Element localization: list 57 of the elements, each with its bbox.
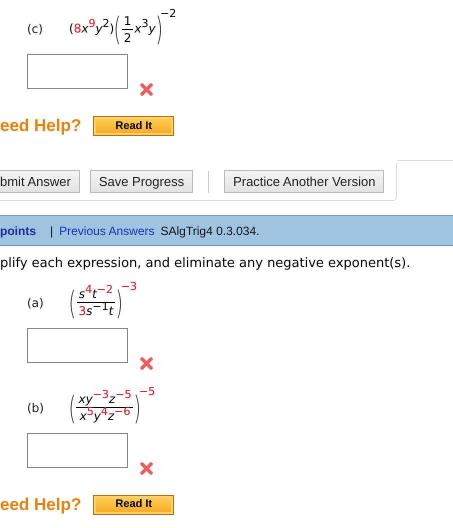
read-it-button[interactable]: Read It	[93, 494, 174, 514]
exponent: 3	[141, 17, 148, 30]
part-label: (c)	[27, 21, 44, 38]
math-variable: s	[86, 304, 92, 318]
exponent: −2	[96, 283, 113, 296]
exponent: −2	[160, 6, 176, 20]
math-variable: y	[86, 392, 93, 406]
exponent: 9	[88, 17, 96, 30]
math-variable: y	[148, 21, 156, 36]
answer-field[interactable]	[27, 432, 128, 468]
parenthesis: (	[68, 392, 76, 424]
math-variable: z	[108, 392, 116, 406]
exponent: 4	[100, 405, 108, 418]
math-symbol: (	[69, 21, 74, 36]
exponent: −5	[138, 385, 156, 398]
need-help-label: eed Help?	[0, 494, 82, 516]
math-variable: t	[92, 287, 97, 301]
math-symbol: 3	[78, 304, 86, 318]
points-label: points	[0, 222, 36, 240]
part-label: (b)	[27, 400, 45, 416]
math-variable: x	[80, 409, 87, 423]
math-variable: y	[94, 409, 101, 423]
exponent: −3	[92, 388, 109, 402]
parenthesis: )	[116, 286, 124, 318]
math-variable: s	[78, 287, 86, 301]
math-symbol: )	[110, 21, 114, 36]
parenthesis: )	[155, 13, 163, 45]
exponent: 4	[85, 283, 92, 296]
math-variable: x	[81, 21, 88, 36]
divider-text: |	[50, 222, 54, 240]
read-it-button[interactable]: Read It	[93, 116, 174, 136]
exponent: 5	[86, 405, 94, 418]
math-variable: t	[108, 304, 114, 318]
toolbar-button[interactable]: Practice Another Version	[224, 170, 384, 194]
parenthesis: )	[134, 392, 142, 424]
answer-field[interactable]	[27, 328, 128, 362]
exponent: −6	[114, 405, 130, 418]
instruction-text: plify each expression, and eliminate any negative exponent(s).	[0, 255, 412, 273]
part-label: (a)	[27, 294, 45, 312]
exponent: 2	[102, 17, 110, 30]
parenthesis: (	[114, 13, 122, 45]
source-text: SAlgTrig4 0.3.034.	[160, 222, 260, 240]
math-symbol: 2	[124, 30, 132, 44]
previous-answers-link[interactable]: Previous Answers	[59, 222, 154, 240]
math-variable: z	[108, 409, 114, 423]
math-variable: y	[95, 21, 103, 36]
math-symbol: 1	[124, 14, 132, 28]
toolbar-button[interactable]: Save Progress	[90, 170, 194, 194]
math-symbol: 8	[74, 21, 82, 36]
toolbar-button[interactable]: bmit Answer	[0, 170, 80, 194]
need-help-label: eed Help?	[0, 115, 82, 138]
parenthesis: (	[68, 286, 76, 318]
math-variable: x	[78, 392, 86, 406]
answer-field[interactable]	[27, 54, 128, 89]
exponent: −5	[115, 388, 132, 402]
exponent: −3	[120, 280, 138, 294]
math-variable: x	[134, 21, 142, 36]
